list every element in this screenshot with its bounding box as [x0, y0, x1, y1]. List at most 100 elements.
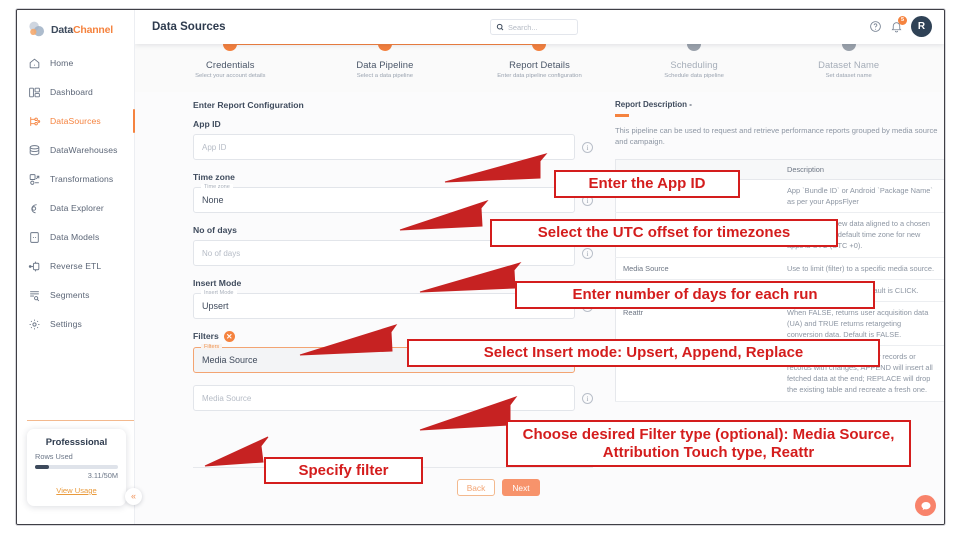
search-icon [496, 18, 504, 36]
filter-value-placeholder: Media Source [202, 393, 252, 403]
table-row: App ID App `Bundle ID` or Android `Packag… [615, 179, 944, 214]
step-report-details[interactable]: Report Details Enter data pipeline confi… [462, 44, 617, 92]
sidebar-item-label: Transformations [50, 174, 114, 184]
sidebar-item-label: Data Explorer [50, 203, 104, 213]
sidebar-item-label: DataSources [50, 116, 101, 126]
table-row: Attribution Touch type attribution (VTA) … [615, 279, 944, 302]
no-of-days-label: No of days [193, 225, 237, 235]
description-body: This pipeline can be used to request and… [615, 125, 938, 147]
sidebar-item-label: Reverse ETL [50, 261, 102, 271]
sidebar-item-transformations[interactable]: Transformations [17, 168, 134, 190]
avatar[interactable]: R [911, 16, 932, 37]
sidebar-item-dashboard[interactable]: Dashboard [17, 81, 134, 103]
step-title: Scheduling [670, 59, 718, 70]
app-id-placeholder: App ID [202, 142, 227, 152]
sidebar-item-label: Dashboard [50, 87, 93, 97]
column-header-param [615, 159, 780, 181]
step-data-pipeline[interactable]: Data Pipeline Select a data pipeline [308, 44, 540, 92]
datasources-icon [28, 115, 41, 128]
no-of-days-input[interactable]: No of days [193, 240, 575, 266]
description-title: Report Description - [615, 100, 692, 109]
app-id-info-icon[interactable]: i [582, 141, 593, 153]
filters-row: Filters Media Source i [193, 344, 593, 374]
no-of-days-info-icon[interactable]: i [582, 247, 593, 259]
param-name: Attribution Touch type [615, 279, 780, 302]
sidebar-item-datasources[interactable]: DataSources [17, 109, 135, 133]
brand-part-1: Data [51, 23, 73, 36]
step-title: Data Pipeline [356, 59, 414, 70]
app-id-input[interactable]: App ID [193, 134, 575, 160]
plan-usage-value: 3.11/50M [87, 471, 118, 480]
filters-select[interactable]: Filters Media Source [193, 344, 575, 374]
report-description-panel: Report Description - This pipeline can b… [615, 100, 944, 402]
chevron-down-icon [561, 358, 567, 363]
explorer-icon [28, 202, 41, 215]
insert-mode-info-icon[interactable]: i [582, 300, 593, 312]
time-zone-label: Time zone [193, 172, 235, 182]
search-input[interactable]: Search... [490, 19, 578, 35]
param-name: Insert Mode [615, 345, 780, 402]
sidebar-item-home[interactable]: Home [17, 52, 134, 74]
insert-mode-label: Insert Mode [193, 278, 242, 288]
insert-mode-select[interactable]: Insert Mode Upsert [193, 290, 575, 319]
filters-label-row: Filters ✕ [193, 331, 593, 343]
view-usage-link[interactable]: View Usage [56, 486, 96, 495]
app-id-label: App ID [193, 119, 221, 129]
filter-value-info-icon[interactable]: i [582, 392, 593, 404]
reverse-etl-icon [28, 260, 41, 273]
sidebar-item-segments[interactable]: Segments [17, 284, 134, 306]
page-title: Data Sources [152, 21, 226, 33]
segments-icon [28, 289, 41, 302]
step-title: Dataset Name [818, 59, 880, 70]
chat-bubble-icon[interactable] [915, 495, 936, 516]
step-dot [841, 44, 856, 51]
main-content: Credentials Select your account details … [135, 44, 944, 524]
help-circle-icon[interactable] [869, 20, 882, 33]
sidebar-item-data-models[interactable]: Data Models [17, 226, 134, 248]
time-zone-info-icon[interactable]: i [582, 194, 593, 206]
home-icon [28, 57, 41, 70]
insert-mode-value: Upsert [202, 301, 229, 311]
sidebar: DataChannel Home Dashboard DataSources D… [17, 10, 142, 524]
plan-usage-bar [35, 465, 118, 469]
datachannel-logo-icon [27, 20, 46, 39]
report-configuration-form: Enter Report Configuration App ID App ID… [193, 100, 593, 423]
table-row: Insert Mode UPSERT will insert only new r… [615, 345, 944, 402]
remove-filter-icon[interactable]: ✕ [223, 331, 235, 343]
next-button[interactable]: Next [502, 479, 540, 496]
column-header-description: Description [780, 159, 944, 181]
time-zone-row: Time zone None i [193, 184, 593, 213]
step-dot [377, 44, 392, 51]
filter-value-input[interactable]: Media Source [193, 385, 575, 412]
step-dataset-name[interactable]: Dataset Name Set dataset name [771, 44, 926, 92]
step-title: Report Details [509, 59, 570, 70]
sidebar-item-reverse-etl[interactable]: Reverse ETL [17, 255, 134, 277]
sidebar-item-datawarehouses[interactable]: DataWarehouses [17, 139, 134, 161]
step-dot [532, 44, 547, 51]
param-desc: attribution (VTA) KPIs. Default is CLICK… [780, 279, 944, 302]
parameters-table: Description App ID App `Bundle ID` or And… [615, 159, 944, 402]
param-desc: UPSERT will insert only new records or r… [780, 345, 944, 402]
step-subtitle: Enter data pipeline configuration [497, 73, 582, 79]
time-zone-select[interactable]: Time zone None [193, 184, 575, 213]
sidebar-item-label: Segments [50, 290, 90, 300]
table-row: Time zone Allows you to view data aligned… [615, 212, 944, 258]
step-credentials[interactable]: Credentials Select your account details [153, 44, 385, 92]
topbar-actions: 5 R [869, 16, 932, 37]
step-subtitle: Select a data pipeline [356, 73, 414, 79]
back-button[interactable]: Back [457, 479, 495, 496]
step-dot [223, 44, 238, 51]
param-desc: Use to limit (filter) to a specific medi… [780, 257, 944, 280]
bell-icon[interactable]: 5 [890, 16, 907, 33]
sidebar-item-data-explorer[interactable]: Data Explorer [17, 197, 134, 219]
sidebar-item-label: Data Models [50, 232, 100, 242]
no-of-days-placeholder: No of days [202, 248, 241, 258]
brand-part-2: Channel [72, 23, 113, 36]
param-desc: When FALSE, returns user acquisition dat… [780, 301, 944, 347]
step-scheduling[interactable]: Scheduling Schedule data pipeline [617, 44, 772, 92]
brand-logo-area[interactable]: DataChannel [17, 10, 134, 39]
wizard-footer-buttons: Back Next [457, 479, 540, 496]
sidebar-collapse-button[interactable]: « [125, 488, 142, 505]
sidebar-item-settings[interactable]: Settings [17, 313, 134, 335]
plan-usage-card: Professsional Rows Used 3.11/50M View Us… [27, 420, 134, 506]
